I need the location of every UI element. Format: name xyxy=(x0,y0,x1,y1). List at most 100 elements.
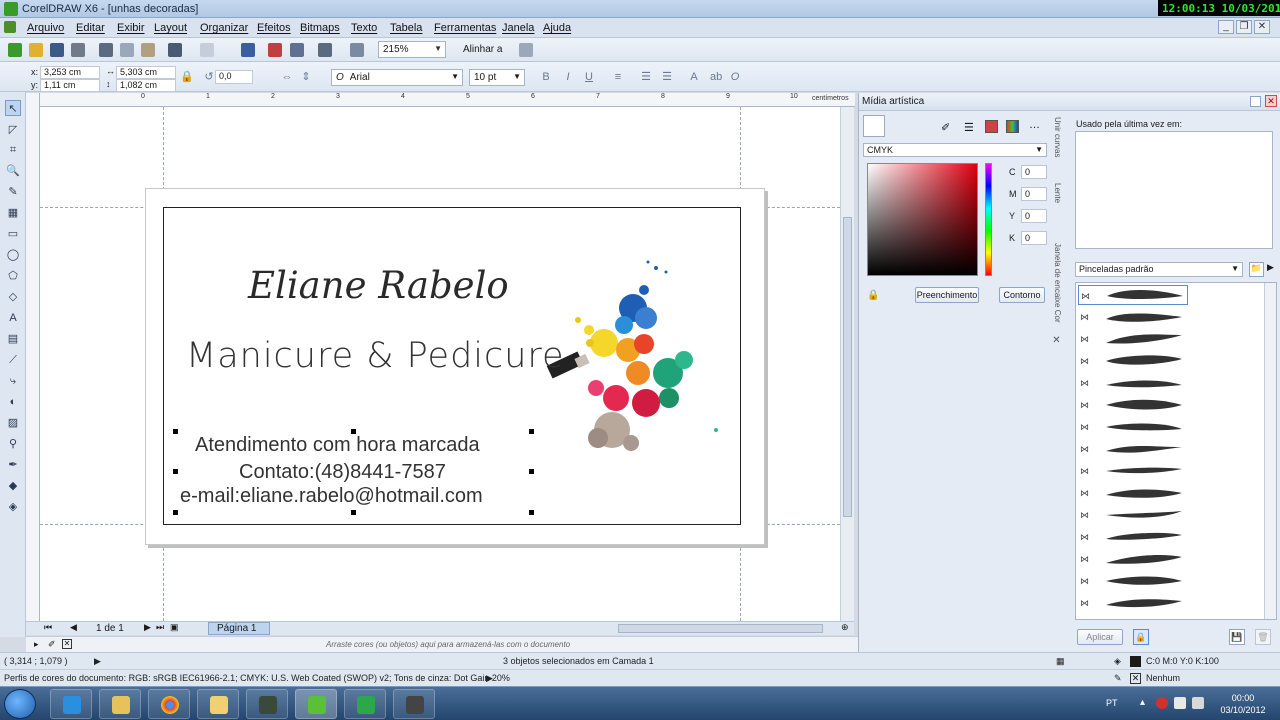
color-palettes-icon[interactable] xyxy=(1006,120,1019,133)
brush-list[interactable]: ⋈ ⋈ ⋈ ⋈ ⋈ ⋈ ⋈ ⋈ ⋈ ⋈ ⋈ ⋈ ⋈ ⋈ ⋈ xyxy=(1075,282,1277,620)
brush-item[interactable]: ⋈ xyxy=(1078,417,1188,437)
welcome-screen-icon[interactable] xyxy=(350,43,364,57)
ellipse-tool-icon[interactable]: ◯ xyxy=(5,247,21,263)
selection-handle[interactable] xyxy=(173,429,178,434)
no-color-swatch[interactable]: ✕ xyxy=(62,639,72,649)
tab-join-curves[interactable]: Unir curvas xyxy=(1050,117,1062,157)
card-name-text[interactable]: Eliane Rabelo xyxy=(248,264,509,307)
outline-button[interactable]: Contorno xyxy=(999,287,1045,303)
color-model-select[interactable]: CMYK ▼ xyxy=(863,143,1047,157)
export-icon[interactable] xyxy=(268,43,282,57)
opentype-features-icon[interactable]: O xyxy=(729,71,741,83)
smart-fill-tool-icon[interactable]: ▦ xyxy=(5,205,21,221)
font-list-select[interactable]: O Arial ▼ xyxy=(331,69,463,86)
add-page-icon[interactable]: ▣ xyxy=(170,622,179,633)
font-size-select[interactable]: 10 pt ▼ xyxy=(469,69,525,86)
minimize-docker-icon[interactable] xyxy=(1250,96,1261,107)
options-icon[interactable] xyxy=(519,43,533,57)
new-document-icon[interactable] xyxy=(8,43,22,57)
brush-item[interactable]: ⋈ xyxy=(1078,593,1188,613)
crop-tool-icon[interactable]: ⌗ xyxy=(5,142,21,158)
transparency-tool-icon[interactable]: ▨ xyxy=(5,415,21,431)
paste-icon[interactable] xyxy=(141,43,155,57)
x-position-field[interactable]: 3,253 cm xyxy=(40,66,100,79)
selection-handle[interactable] xyxy=(351,429,356,434)
selection-handle[interactable] xyxy=(529,429,534,434)
drop-cap-icon[interactable]: ☰ xyxy=(661,71,673,83)
taskbar-recorder[interactable] xyxy=(344,689,386,719)
bullet-list-icon[interactable]: ☰ xyxy=(640,71,652,83)
more-options-icon[interactable]: … xyxy=(1029,119,1040,131)
brush-item[interactable]: ⋈ xyxy=(1078,373,1188,393)
selection-handle[interactable] xyxy=(173,469,178,474)
first-page-icon[interactable]: ⏮ xyxy=(44,622,52,633)
print-icon[interactable] xyxy=(71,43,85,57)
brush-item[interactable]: ⋈ xyxy=(1078,571,1188,591)
lock-ratio-icon[interactable]: 🔒 xyxy=(180,71,194,83)
black-field[interactable]: 0 xyxy=(1021,231,1047,245)
page-tab[interactable]: Página 1 xyxy=(208,622,270,635)
menu-bitmaps[interactable]: Bitmaps xyxy=(300,22,340,34)
vertical-scrollbar[interactable] xyxy=(840,107,854,621)
rectangle-tool-icon[interactable]: ▭ xyxy=(5,226,21,242)
publish-pdf-icon[interactable] xyxy=(290,43,304,57)
table-tool-icon[interactable]: ▤ xyxy=(5,331,21,347)
snap-to-label[interactable]: Alinhar a xyxy=(463,44,502,55)
delete-brush-icon[interactable]: 🗑 xyxy=(1255,629,1271,645)
menu-janela[interactable]: Janela xyxy=(502,22,534,34)
freehand-tool-icon[interactable]: ✎ xyxy=(5,184,21,200)
brush-list-scrollbar[interactable] xyxy=(1264,283,1276,619)
fill-button[interactable]: Preenchimento xyxy=(915,287,979,303)
volume-icon[interactable] xyxy=(1192,697,1204,709)
restore-icon[interactable]: ❐ xyxy=(1236,20,1252,34)
brush-item[interactable]: ⋈ xyxy=(1078,439,1188,459)
bold-icon[interactable]: B xyxy=(540,71,552,83)
last-page-icon[interactable]: ⏭ xyxy=(156,622,164,633)
close-tab-icon[interactable]: ✕ xyxy=(1050,335,1062,346)
menu-organizar[interactable]: Organizar xyxy=(200,22,248,34)
cut-icon[interactable] xyxy=(99,43,113,57)
application-launcher-icon[interactable] xyxy=(318,43,332,57)
next-page-icon[interactable]: ▶ xyxy=(144,622,151,633)
menu-ferramentas[interactable]: Ferramentas xyxy=(434,22,496,34)
polygon-tool-icon[interactable]: ⬠ xyxy=(5,268,21,284)
recently-used-list[interactable] xyxy=(1075,131,1273,249)
hue-slider[interactable] xyxy=(985,163,992,276)
color-profile-icon[interactable]: ▦ xyxy=(1056,656,1065,667)
horizontal-ruler[interactable]: 0 1 2 3 4 5 6 7 8 9 10 centímetros xyxy=(40,93,855,107)
card-service-text[interactable]: Manicure & Pedicure xyxy=(186,336,565,376)
brush-item[interactable]: ⋈ xyxy=(1078,285,1188,305)
interactive-fill-tool-icon[interactable]: ◈ xyxy=(5,499,21,515)
blend-tool-icon[interactable]: ◐ xyxy=(5,394,21,410)
brush-category-select[interactable]: Pinceladas padrão ▼ xyxy=(1075,262,1243,277)
profiles-expand-icon[interactable]: ▶ xyxy=(486,673,493,684)
taskbar-chrome[interactable] xyxy=(148,689,190,719)
text-tool-icon[interactable]: A xyxy=(5,310,21,326)
taskbar-app[interactable] xyxy=(393,689,435,719)
italic-icon[interactable]: I xyxy=(562,71,574,83)
menu-layout[interactable]: Layout xyxy=(154,22,187,34)
fill-color-swatch[interactable] xyxy=(1130,656,1141,667)
save-brush-icon[interactable]: 💾 xyxy=(1229,629,1245,645)
taskbar-internet-explorer[interactable] xyxy=(50,689,92,719)
language-indicator[interactable]: PT xyxy=(1106,698,1118,708)
undo-icon[interactable] xyxy=(168,43,182,57)
document-icon[interactable] xyxy=(4,21,16,33)
yellow-field[interactable]: 0 xyxy=(1021,209,1047,223)
underline-icon[interactable]: U xyxy=(583,71,595,83)
menu-editar[interactable]: Editar xyxy=(76,22,105,34)
edit-text-icon[interactable]: ab xyxy=(710,71,722,83)
system-clock[interactable]: 00:00 03/10/2012 xyxy=(1218,692,1268,716)
scrollbar-thumb[interactable] xyxy=(843,217,852,517)
taskbar-coreldraw[interactable] xyxy=(295,689,337,719)
basic-shapes-tool-icon[interactable]: ◇ xyxy=(5,289,21,305)
business-card[interactable]: Eliane Rabelo Manicure & Pedicure Atendi… xyxy=(163,207,741,525)
brush-item[interactable]: ⋈ xyxy=(1078,527,1188,547)
menu-exibir[interactable]: Exibir xyxy=(117,22,145,34)
selection-handle[interactable] xyxy=(529,510,534,515)
taskbar-corel-capture[interactable] xyxy=(246,689,288,719)
card-email-text[interactable]: e-mail:eliane.rabelo@hotmail.com xyxy=(180,485,483,508)
menu-arquivo[interactable]: Arquivo xyxy=(27,22,64,34)
network-icon[interactable] xyxy=(1174,697,1186,709)
height-field[interactable]: 1,082 cm xyxy=(116,79,176,92)
